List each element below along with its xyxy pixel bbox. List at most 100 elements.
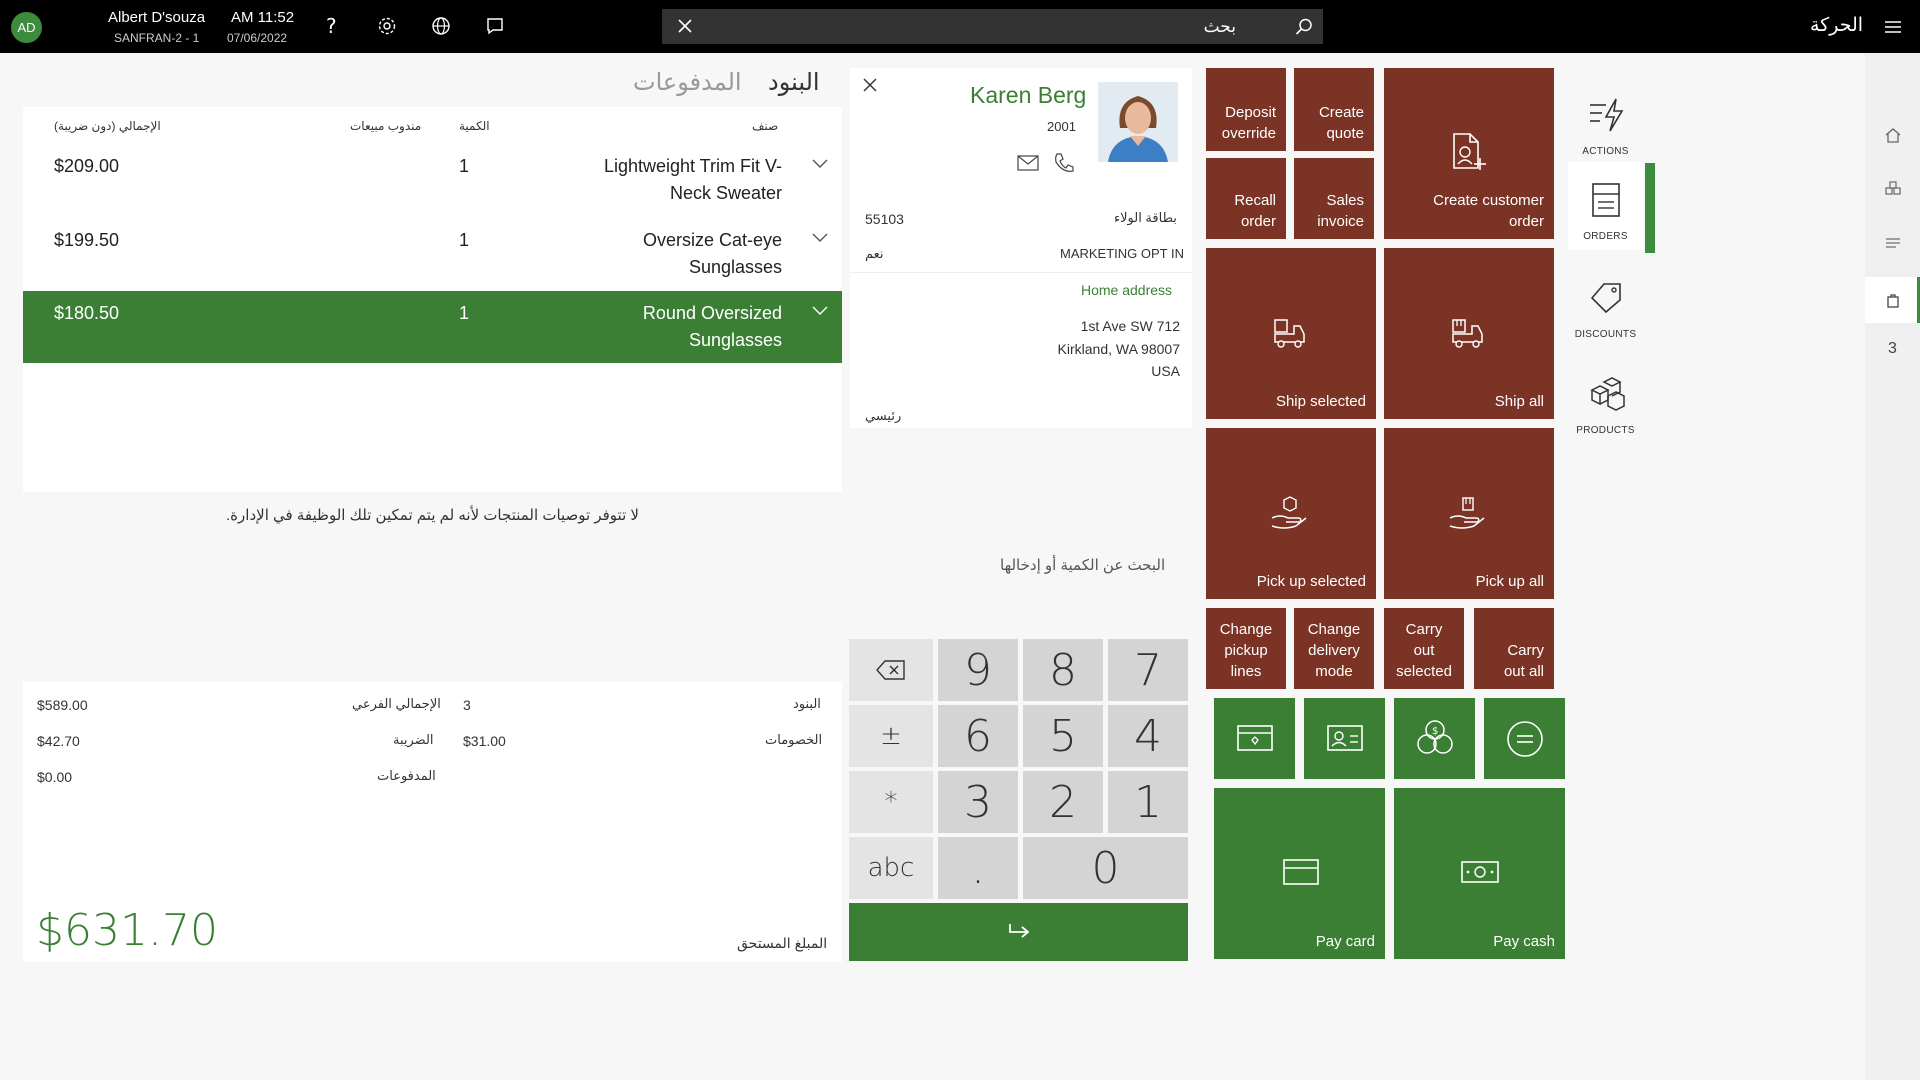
sales-invoice-button[interactable]: Sales invoice [1294, 158, 1374, 239]
cart-icon[interactable] [1865, 277, 1920, 323]
customer-account-button[interactable] [1304, 698, 1385, 779]
list-icon[interactable] [1865, 223, 1920, 263]
key-0[interactable]: 0 [1023, 837, 1188, 899]
header-sales-rep: مندوب مبيعات [350, 119, 422, 133]
pay-exact-button[interactable] [1484, 698, 1565, 779]
key-3[interactable]: 3 [938, 771, 1018, 833]
quantity-search-input[interactable]: البحث عن الكمية أو إدخالها [1000, 556, 1165, 574]
products-nav-icon[interactable] [1865, 169, 1920, 209]
line-name-cont: Sunglasses [688, 257, 782, 277]
close-customer-icon[interactable] [862, 77, 878, 93]
multiply-key[interactable]: * [849, 771, 933, 833]
line-name-cont: Sunglasses [688, 330, 782, 350]
key-9[interactable]: 9 [938, 639, 1018, 701]
globe-icon[interactable] [428, 13, 454, 39]
pay-card-button[interactable]: Pay card [1214, 788, 1385, 959]
side-menu-actions[interactable]: ACTIONS [1568, 77, 1643, 165]
marketing-opt-in-value: نعم [865, 246, 884, 261]
lines-count-value: 3 [463, 697, 471, 713]
account-card-icon [1327, 725, 1363, 751]
email-icon[interactable] [1017, 155, 1039, 171]
side-menu-products[interactable]: PRODUCTS [1568, 356, 1643, 444]
header-total: الإجمالي (دون ضريبة) [54, 119, 161, 133]
ship-all-button[interactable]: Ship all [1384, 248, 1554, 419]
payments-label: المدفوعات [377, 768, 436, 783]
amount-due-value: $631.70 [36, 905, 218, 956]
chat-icon[interactable] [482, 13, 508, 39]
side-menu-orders[interactable]: ORDERS [1568, 162, 1643, 250]
enter-arrow-icon [1008, 924, 1029, 938]
hamburger-menu-icon[interactable] [1883, 17, 1903, 37]
plus-minus-key[interactable]: ± [849, 705, 933, 767]
settings-gear-icon[interactable] [374, 13, 400, 39]
change-delivery-mode-button[interactable]: Change delivery mode [1294, 608, 1374, 689]
search-box[interactable] [662, 9, 1323, 44]
avatar[interactable]: AD [11, 12, 42, 43]
tile-label: Carry out all [1503, 642, 1544, 680]
header-quantity: الكمية [459, 119, 490, 133]
key-6[interactable]: 6 [938, 705, 1018, 767]
loyalty-card-value: 55103 [865, 211, 904, 227]
table-row[interactable]: $199.50 1 Oversize Cat-eye Sunglasses [23, 218, 842, 290]
help-icon[interactable]: ? [319, 13, 345, 39]
line-name: Lightweight Trim Fit V- [603, 156, 782, 176]
pick-up-selected-button[interactable]: Pick up selected [1206, 428, 1376, 599]
chevron-down-icon[interactable] [812, 159, 828, 169]
recall-order-button[interactable]: Recall order [1206, 158, 1286, 239]
create-quote-button[interactable]: Create quote [1294, 68, 1374, 151]
line-price: $209.00 [54, 156, 120, 176]
address-title[interactable]: Home address [1081, 282, 1172, 298]
coins-icon: $ [1417, 720, 1453, 754]
key-5[interactable]: 5 [1023, 705, 1103, 767]
line-price: $180.50 [54, 303, 120, 323]
enter-button[interactable] [849, 903, 1188, 961]
equals-circle-icon [1507, 721, 1543, 757]
tile-label: Create quote [1318, 104, 1364, 142]
orders-icon [1592, 183, 1620, 217]
carry-out-all-button[interactable]: Carry out all [1474, 608, 1554, 689]
tab-payments[interactable]: المدفوعات [633, 68, 742, 97]
abc-key[interactable]: abc [849, 837, 933, 899]
key-4[interactable]: 4 [1108, 705, 1188, 767]
search-input[interactable] [706, 9, 1236, 44]
ship-selected-button[interactable]: Ship selected [1206, 248, 1376, 419]
table-row-selected[interactable]: $180.50 1 Round Oversized Sunglasses [23, 291, 842, 363]
customer-name[interactable]: Karen Berg [970, 82, 1086, 109]
tax-label: الضريبة [393, 732, 434, 747]
deposit-override-button[interactable]: Deposit override [1206, 68, 1286, 151]
gift-card-button[interactable] [1214, 698, 1295, 779]
key-8[interactable]: 8 [1023, 639, 1103, 701]
tile-label: Pick up all [1475, 573, 1544, 590]
chevron-down-icon[interactable] [812, 233, 828, 243]
carry-out-selected-button[interactable]: Carry out selected [1384, 608, 1464, 689]
pick-up-all-button[interactable]: Pick up all [1384, 428, 1554, 599]
table-row[interactable]: $209.00 1 Lightweight Trim Fit V- Neck S… [23, 145, 842, 217]
decimal-key[interactable]: . [938, 837, 1018, 899]
key-7[interactable]: 7 [1108, 639, 1188, 701]
line-qty: 1 [459, 303, 470, 323]
search-icon [1294, 17, 1314, 37]
home-icon[interactable] [1865, 115, 1920, 155]
clear-search-icon[interactable] [676, 17, 694, 35]
tile-label: Change pickup lines [1219, 621, 1273, 680]
create-customer-order-button[interactable]: Create customer order [1384, 68, 1554, 239]
tab-lines[interactable]: البنود [768, 68, 820, 97]
key-1[interactable]: 1 [1108, 771, 1188, 833]
user-name: Albert D'souza [108, 9, 206, 26]
backspace-key[interactable] [849, 639, 933, 701]
tile-label: Ship all [1494, 393, 1544, 410]
customer-account: 2001 [1047, 119, 1076, 134]
currency-button[interactable]: $ [1394, 698, 1475, 779]
create-order-icon [1453, 133, 1486, 170]
backspace-icon [876, 660, 905, 680]
tile-label: Carry out selected [1396, 621, 1452, 680]
key-2[interactable]: 2 [1023, 771, 1103, 833]
pay-cash-button[interactable]: Pay cash [1394, 788, 1565, 959]
side-menu-discounts[interactable]: DISCOUNTS [1568, 260, 1643, 348]
chevron-down-icon[interactable] [812, 306, 828, 316]
discounts-icon [1590, 283, 1621, 314]
divider [850, 272, 1192, 273]
tile-label: Pick up selected [1256, 573, 1366, 590]
phone-icon[interactable] [1053, 152, 1075, 174]
change-pickup-lines-button[interactable]: Change pickup lines [1206, 608, 1286, 689]
